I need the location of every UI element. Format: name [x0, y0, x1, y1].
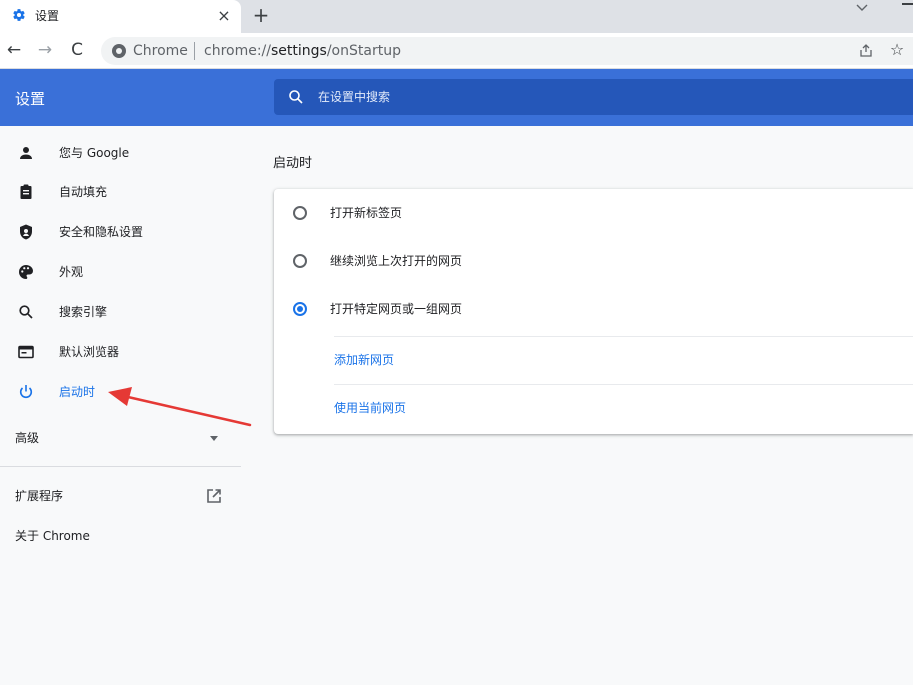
- bookmark-star-icon[interactable]: ☆: [888, 41, 906, 59]
- sidebar-divider: [0, 466, 241, 467]
- search-icon: [288, 89, 304, 105]
- sidebar-item-privacy[interactable]: 安全和隐私设置: [0, 212, 240, 252]
- startup-options-card: 打开新标签页 继续浏览上次打开的网页 打开特定网页或一组网页 添加新网页 使用当…: [274, 189, 913, 434]
- sidebar-item-label: 外观: [59, 265, 84, 279]
- page-title: 设置: [15, 90, 46, 108]
- minimize-button[interactable]: [902, 3, 913, 5]
- sidebar-item-advanced[interactable]: 高级: [0, 424, 240, 454]
- add-new-page-link[interactable]: 添加新网页: [334, 336, 913, 384]
- tab-close-button[interactable]: ×: [215, 7, 233, 25]
- sidebar-item-appearance[interactable]: 外观: [0, 252, 240, 292]
- advanced-label: 高级: [15, 431, 40, 445]
- sidebar-item-extensions[interactable]: 扩展程序: [0, 481, 240, 511]
- url-prefix: chrome://: [204, 43, 271, 59]
- sidebar-item-search-engine[interactable]: 搜索引擎: [0, 292, 240, 332]
- url-path: /onStartup: [326, 43, 401, 59]
- chrome-icon[interactable]: [112, 44, 126, 58]
- option-label: 打开新标签页: [330, 206, 403, 220]
- about-label: 关于 Chrome: [15, 529, 90, 543]
- link-label[interactable]: 添加新网页: [334, 351, 394, 369]
- chevron-down-icon: [210, 436, 218, 441]
- sidebar-item-default-browser[interactable]: 默认浏览器: [0, 332, 240, 372]
- section-title: 启动时: [273, 156, 313, 171]
- radio-button[interactable]: [293, 206, 307, 220]
- sidebar-item-label: 搜索引擎: [59, 305, 108, 319]
- omnibox-separator: [194, 42, 195, 60]
- shield-icon: [17, 223, 35, 241]
- url-host: settings: [271, 43, 327, 59]
- option-open-new-tab[interactable]: 打开新标签页: [274, 189, 913, 237]
- sidebar-item-label: 您与 Google: [59, 146, 130, 160]
- option-open-specific-pages[interactable]: 打开特定网页或一组网页: [274, 285, 913, 333]
- external-link-icon: [205, 487, 223, 505]
- chevron-down-icon[interactable]: [853, 0, 871, 14]
- search-icon: [17, 303, 35, 321]
- radio-button-checked[interactable]: [293, 302, 307, 316]
- gear-icon: [11, 8, 27, 24]
- power-icon: [17, 383, 35, 401]
- sidebar-item-on-startup[interactable]: 启动时: [0, 372, 240, 412]
- extensions-label: 扩展程序: [15, 489, 64, 503]
- sidebar-item-label: 安全和隐私设置: [59, 225, 144, 239]
- site-name: Chrome: [133, 43, 188, 59]
- search-input[interactable]: [318, 88, 718, 106]
- sidebar-item-you-and-google[interactable]: 您与 Google: [0, 133, 240, 173]
- forward-button[interactable]: →: [35, 40, 55, 60]
- sidebar-item-about-chrome[interactable]: 关于 Chrome: [0, 521, 240, 551]
- use-current-pages-link[interactable]: 使用当前网页: [334, 384, 913, 432]
- settings-header: 设置: [0, 69, 913, 126]
- browser-window-icon: [17, 343, 35, 361]
- person-icon: [17, 144, 35, 162]
- tab-settings[interactable]: 设置 ×: [0, 0, 241, 33]
- new-tab-button[interactable]: +: [250, 4, 272, 26]
- option-label: 继续浏览上次打开的网页: [330, 254, 463, 268]
- sidebar-item-label: 启动时: [59, 385, 96, 399]
- sidebar-item-label: 默认浏览器: [59, 345, 120, 359]
- link-label[interactable]: 使用当前网页: [334, 399, 406, 417]
- back-button[interactable]: ←: [4, 40, 24, 60]
- tab-strip: 设置 × +: [0, 0, 913, 33]
- tab-title: 设置: [35, 9, 60, 23]
- settings-search-box[interactable]: [274, 79, 913, 115]
- sidebar: 您与 Google 自动填充 安全和隐私设置 外观 搜索引擎 默认浏览器 启动时…: [0, 126, 250, 685]
- radio-button[interactable]: [293, 254, 307, 268]
- reload-button[interactable]: C: [67, 40, 87, 60]
- url-text[interactable]: chrome://settings/onStartup: [204, 42, 401, 60]
- option-label: 打开特定网页或一组网页: [330, 302, 463, 316]
- address-bar[interactable]: Chrome chrome://settings/onStartup ☆: [101, 37, 913, 65]
- option-continue-where-left-off[interactable]: 继续浏览上次打开的网页: [274, 237, 913, 285]
- share-icon[interactable]: [858, 43, 874, 59]
- browser-toolbar: ← → C Chrome chrome://settings/onStartup…: [0, 33, 913, 69]
- palette-icon: [17, 263, 35, 281]
- sidebar-item-label: 自动填充: [59, 185, 108, 199]
- sidebar-item-autofill[interactable]: 自动填充: [0, 172, 240, 212]
- clipboard-icon: [17, 183, 35, 201]
